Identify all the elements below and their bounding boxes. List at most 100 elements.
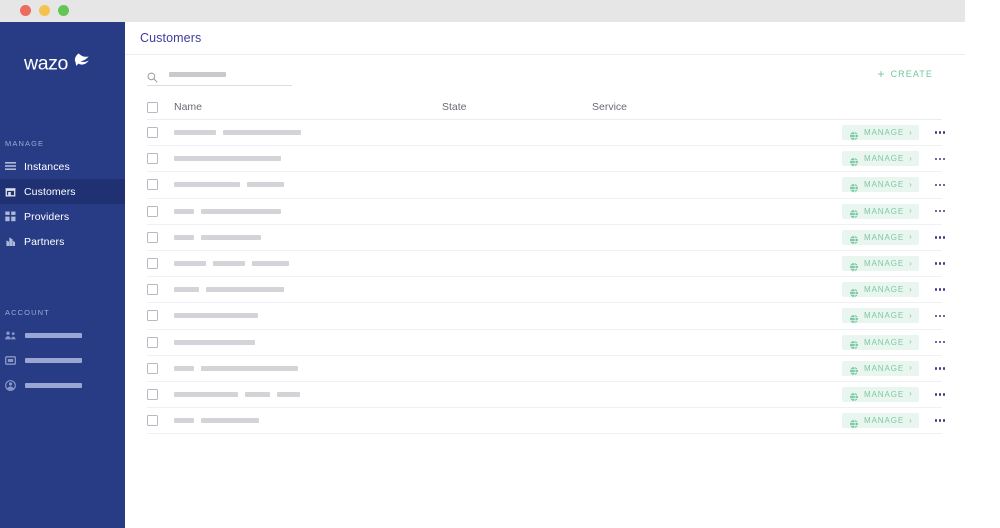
table-row[interactable]: MANAGE › — [147, 356, 946, 382]
row-checkbox[interactable] — [147, 258, 174, 270]
manage-button[interactable]: MANAGE › — [842, 125, 919, 141]
row-checkbox[interactable] — [147, 310, 174, 322]
manage-button[interactable]: MANAGE › — [842, 256, 919, 272]
sidebar-item-partners[interactable]: Partners — [0, 229, 125, 254]
table-row[interactable]: MANAGE › — [147, 382, 946, 409]
sidebar-item-account-profile[interactable] — [0, 373, 125, 398]
manage-button[interactable]: MANAGE › — [842, 334, 919, 350]
window-titlebar — [0, 0, 965, 22]
row-checkbox[interactable] — [147, 362, 174, 374]
kebab-icon[interactable] — [933, 154, 948, 165]
chevron-right-icon: › — [909, 232, 912, 242]
create-button-label: CREATE — [890, 69, 933, 79]
table-body: MANAGE › MANAGE › MANAGE › MANAGE › MANAGE › MANAG… — [147, 120, 946, 435]
sidebar-item-customers[interactable]: Customers — [0, 179, 125, 204]
manage-button[interactable]: MANAGE › — [842, 360, 919, 377]
close-window-button[interactable] — [20, 5, 31, 16]
plus-icon: + — [877, 67, 885, 81]
chevron-right-icon: › — [909, 179, 912, 189]
row-checkbox[interactable] — [147, 415, 174, 427]
globe-icon — [849, 311, 859, 324]
kebab-icon[interactable] — [933, 311, 948, 322]
text-placeholder-bar — [252, 261, 289, 267]
kebab-icon[interactable] — [933, 127, 948, 138]
cell-name — [174, 261, 442, 267]
customers-table: Name State Service MANAGE › MANAGE › MANAGE ›… — [147, 95, 946, 435]
row-checkbox[interactable] — [147, 127, 174, 139]
manage-button-label: MANAGE — [864, 259, 905, 269]
sidebar-item-label-redacted — [25, 383, 82, 388]
kebab-icon[interactable] — [933, 284, 948, 295]
table-row[interactable]: MANAGE › — [147, 251, 946, 278]
manage-button[interactable]: MANAGE › — [842, 203, 919, 219]
table-row[interactable]: MANAGE › — [147, 303, 946, 330]
kebab-icon[interactable] — [933, 389, 948, 400]
manage-button[interactable]: MANAGE › — [842, 151, 919, 167]
text-placeholder-bar — [174, 391, 238, 397]
chevron-right-icon: › — [909, 415, 912, 425]
manage-button[interactable]: MANAGE › — [842, 282, 919, 298]
cell-actions: MANAGE › — [842, 386, 948, 403]
table-row[interactable]: MANAGE › — [147, 225, 946, 251]
cell-name — [174, 391, 442, 397]
manage-button[interactable]: MANAGE › — [842, 229, 919, 246]
cell-name — [174, 234, 442, 240]
chevron-right-icon: › — [909, 206, 912, 216]
name-value-redacted — [174, 130, 442, 136]
cell-name — [174, 365, 442, 371]
manage-button[interactable]: MANAGE › — [842, 177, 919, 193]
kebab-icon[interactable] — [933, 363, 948, 374]
sidebar-item-account-billing[interactable] — [0, 348, 125, 373]
sidebar-item-account-users[interactable] — [0, 323, 125, 348]
grid-icon — [5, 211, 16, 222]
row-checkbox[interactable] — [147, 153, 174, 165]
table-row[interactable]: MANAGE › — [147, 277, 946, 304]
table-row[interactable]: MANAGE › — [147, 408, 946, 435]
maximize-window-button[interactable] — [58, 5, 69, 16]
manage-button[interactable]: MANAGE › — [842, 308, 919, 324]
table-row[interactable]: MANAGE › — [147, 330, 946, 356]
create-button[interactable]: + CREATE — [878, 68, 933, 80]
column-header-state[interactable]: State — [442, 101, 592, 113]
kebab-icon[interactable] — [933, 415, 948, 426]
row-checkbox[interactable] — [147, 388, 174, 400]
sidebar-item-instances[interactable]: Instances — [0, 154, 125, 179]
sidebar-item-providers[interactable]: Providers — [0, 204, 125, 229]
search-input-value-redacted — [169, 72, 226, 77]
cell-name — [174, 130, 442, 136]
store-icon — [5, 186, 16, 197]
kebab-icon[interactable] — [933, 337, 948, 348]
row-checkbox[interactable] — [147, 336, 174, 348]
kebab-icon[interactable] — [933, 180, 948, 191]
sidebar-item-label: Customers — [24, 185, 76, 198]
table-row[interactable]: MANAGE › — [147, 199, 946, 225]
manage-button[interactable]: MANAGE › — [842, 413, 919, 429]
name-value-redacted — [174, 418, 442, 424]
column-header-service[interactable]: Service — [592, 101, 842, 113]
minimize-window-button[interactable] — [39, 5, 50, 16]
kebab-icon[interactable] — [933, 206, 948, 217]
globe-icon — [849, 337, 859, 350]
select-all-checkbox[interactable] — [147, 101, 174, 113]
sidebar: wazo MANAGE Instances Customers Provider… — [0, 22, 125, 528]
table-row[interactable]: MANAGE › — [147, 120, 946, 147]
row-checkbox[interactable] — [147, 205, 174, 217]
chevron-right-icon: › — [909, 258, 912, 268]
kebab-icon[interactable] — [933, 258, 948, 269]
table-row[interactable]: MANAGE › — [147, 172, 946, 199]
page-title: Customers — [140, 31, 202, 45]
name-value-redacted — [174, 208, 442, 214]
row-checkbox[interactable] — [147, 231, 174, 243]
kebab-icon[interactable] — [933, 232, 948, 243]
globe-icon — [849, 389, 859, 403]
building-icon — [5, 236, 16, 247]
table-row[interactable]: MANAGE › — [147, 146, 946, 173]
sidebar-section-label-account: ACCOUNT — [5, 308, 50, 317]
column-header-name[interactable]: Name — [174, 101, 442, 113]
manage-button[interactable]: MANAGE › — [842, 386, 919, 403]
manage-button-label: MANAGE — [864, 154, 905, 164]
row-checkbox[interactable] — [147, 179, 174, 191]
row-checkbox[interactable] — [147, 284, 174, 296]
person-icon — [5, 380, 16, 391]
list-icon — [5, 161, 16, 172]
